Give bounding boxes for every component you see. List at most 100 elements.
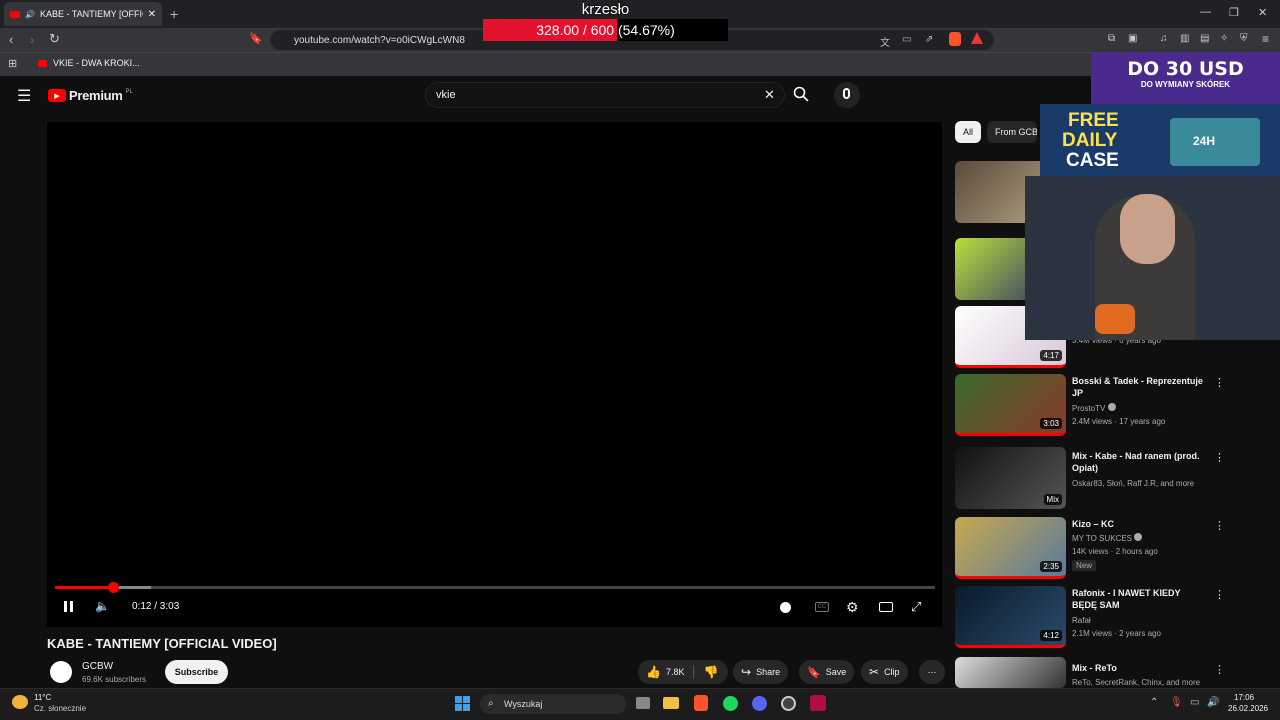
clear-search-icon[interactable]: ✕: [764, 87, 775, 103]
more-options-icon[interactable]: ⋮: [1214, 376, 1225, 389]
like-dislike-group: 👍 7.8K 👎: [638, 660, 728, 684]
reload-icon[interactable]: ↻: [49, 31, 60, 47]
more-options-icon[interactable]: ⋮: [1214, 663, 1225, 676]
scissors-icon: ✂: [869, 665, 880, 679]
channel-name[interactable]: GCBW: [82, 661, 113, 672]
volume-tray-icon[interactable]: 🔊: [1207, 697, 1219, 708]
taskbar-search[interactable]: ⌕ Wyszukaj: [480, 694, 626, 714]
back-icon[interactable]: ‹: [9, 32, 13, 47]
related-thumbnail[interactable]: [955, 657, 1066, 688]
clip-button[interactable]: ✂ Clip: [861, 660, 908, 684]
network-icon[interactable]: ▭: [1190, 697, 1199, 708]
related-meta: 14K views · 2 hours ago: [1072, 547, 1158, 556]
webcam-microphone: [1095, 304, 1135, 334]
share-icon: ↪: [741, 665, 752, 679]
divider: [693, 665, 695, 679]
microphone-tray-icon[interactable]: 🎙: [1170, 697, 1183, 708]
related-title[interactable]: Mix - Kabe - Nad ranem (prod. Opiat): [1072, 450, 1204, 474]
hamburger-menu-icon[interactable]: ☰: [17, 86, 31, 106]
video-player[interactable]: [47, 122, 942, 627]
search-icon[interactable]: [793, 86, 809, 102]
minimize-button[interactable]: —: [1200, 6, 1211, 18]
cast-icon[interactable]: ▭: [902, 34, 911, 45]
search-input[interactable]: vkie: [425, 82, 785, 108]
bookmark-item[interactable]: VKIE - DWA KROKI...: [38, 58, 140, 68]
related-title[interactable]: Mix - ReTo: [1072, 662, 1204, 674]
brave-shields-icon[interactable]: [949, 32, 961, 46]
theater-mode-icon[interactable]: [879, 602, 893, 612]
close-window-button[interactable]: ✕: [1258, 6, 1267, 19]
like-icon[interactable]: 👍: [646, 665, 661, 679]
new-tab-button[interactable]: +: [170, 6, 178, 22]
more-actions-button[interactable]: ⋯: [919, 660, 945, 684]
dislike-icon[interactable]: 👎: [703, 665, 718, 679]
sidebar-icon[interactable]: ▥: [1180, 33, 1189, 44]
logo-badge: PL: [125, 88, 133, 95]
progress-bar[interactable]: [55, 586, 935, 589]
discord-icon[interactable]: [752, 696, 767, 711]
related-title[interactable]: Kizo – KC: [1072, 518, 1204, 530]
logo-text: Premium: [69, 88, 123, 103]
app-icon[interactable]: [810, 695, 826, 711]
duration-badge: 3:03: [1040, 418, 1062, 429]
more-options-icon[interactable]: ⋮: [1214, 588, 1225, 601]
settings-gear-icon[interactable]: ⚙: [846, 599, 859, 616]
related-thumbnail[interactable]: 2:35: [955, 517, 1066, 579]
related-thumbnail[interactable]: 4:12: [955, 586, 1066, 648]
related-title[interactable]: Rafonix - I NAWET KIEDY BĘDĘ SAM: [1072, 587, 1204, 611]
vpn-icon[interactable]: ⛨: [1240, 33, 1248, 44]
close-tab-icon[interactable]: ✕: [148, 9, 156, 20]
screenshot-icon[interactable]: ▣: [1128, 33, 1137, 44]
more-options-icon[interactable]: ⋮: [1214, 451, 1225, 464]
chip-all[interactable]: All: [955, 121, 982, 143]
tray-chevron-icon[interactable]: ⌃: [1150, 697, 1158, 708]
related-thumbnail[interactable]: Mix: [955, 447, 1066, 509]
windows-start-icon[interactable]: [455, 696, 470, 711]
weather-icon[interactable]: [12, 695, 28, 709]
pause-button[interactable]: [64, 601, 73, 612]
bookmarks-bar: [0, 52, 1280, 76]
start-tile: [455, 704, 462, 711]
extensions-icon[interactable]: ⧉: [1108, 33, 1115, 44]
weather-temp: 11°C: [34, 693, 52, 702]
music-icon[interactable]: ♫: [1160, 33, 1168, 44]
tab-title: KABE - TANTIEMY [OFFICIAL V: [39, 9, 143, 19]
related-meta: 2.4M views · 17 years ago: [1072, 417, 1166, 426]
apps-grid-icon[interactable]: ⊞: [8, 57, 17, 70]
bookmark-icon[interactable]: 🔖: [249, 32, 263, 45]
wallet-icon[interactable]: ▤: [1200, 33, 1209, 44]
file-explorer-icon[interactable]: [663, 697, 679, 709]
youtube-logo[interactable]: ▶ Premium PL: [48, 88, 133, 103]
restore-button[interactable]: ❐: [1229, 6, 1239, 19]
leo-icon[interactable]: ✧: [1220, 33, 1228, 44]
goal-title: krzesło: [581, 1, 630, 18]
more-options-icon[interactable]: ⋮: [1214, 519, 1225, 532]
verified-icon: [1134, 533, 1143, 541]
fullscreen-icon[interactable]: ⤢: [911, 599, 921, 615]
subscribe-button[interactable]: Subscribe: [165, 660, 228, 684]
related-channel: Rafał: [1072, 616, 1091, 625]
like-count[interactable]: 7.8K: [666, 667, 685, 677]
search-icon: ⌕: [488, 698, 494, 709]
chip-from-channel[interactable]: From GCBW: [987, 121, 1037, 143]
translate-icon[interactable]: 文: [880, 34, 890, 49]
related-title[interactable]: Bosski & Tadek - Reprezentuje JP: [1072, 375, 1204, 399]
duration-badge: Mix: [1043, 494, 1062, 505]
save-button[interactable]: 🔖 Save: [799, 660, 855, 684]
voice-search-button[interactable]: [834, 82, 860, 108]
menu-icon[interactable]: ≡: [1262, 32, 1269, 46]
brave-browser-icon[interactable]: [694, 695, 708, 711]
autoplay-toggle-icon[interactable]: [780, 602, 791, 613]
captions-icon[interactable]: CC: [815, 602, 829, 612]
share-page-icon[interactable]: ⇗: [925, 34, 933, 45]
volume-icon[interactable]: 🔈: [95, 599, 110, 613]
progress-scrubber[interactable]: [108, 582, 120, 593]
forward-icon[interactable]: ›: [30, 32, 34, 47]
share-button[interactable]: ↪ Share: [733, 660, 789, 684]
channel-avatar[interactable]: [50, 661, 72, 683]
task-view-icon[interactable]: [636, 697, 650, 709]
obs-icon[interactable]: [781, 696, 796, 711]
browser-tab[interactable]: 🔊 KABE - TANTIEMY [OFFICIAL V ✕: [4, 2, 162, 26]
related-thumbnail[interactable]: 3:03: [955, 374, 1066, 436]
spotify-icon[interactable]: [723, 696, 738, 711]
